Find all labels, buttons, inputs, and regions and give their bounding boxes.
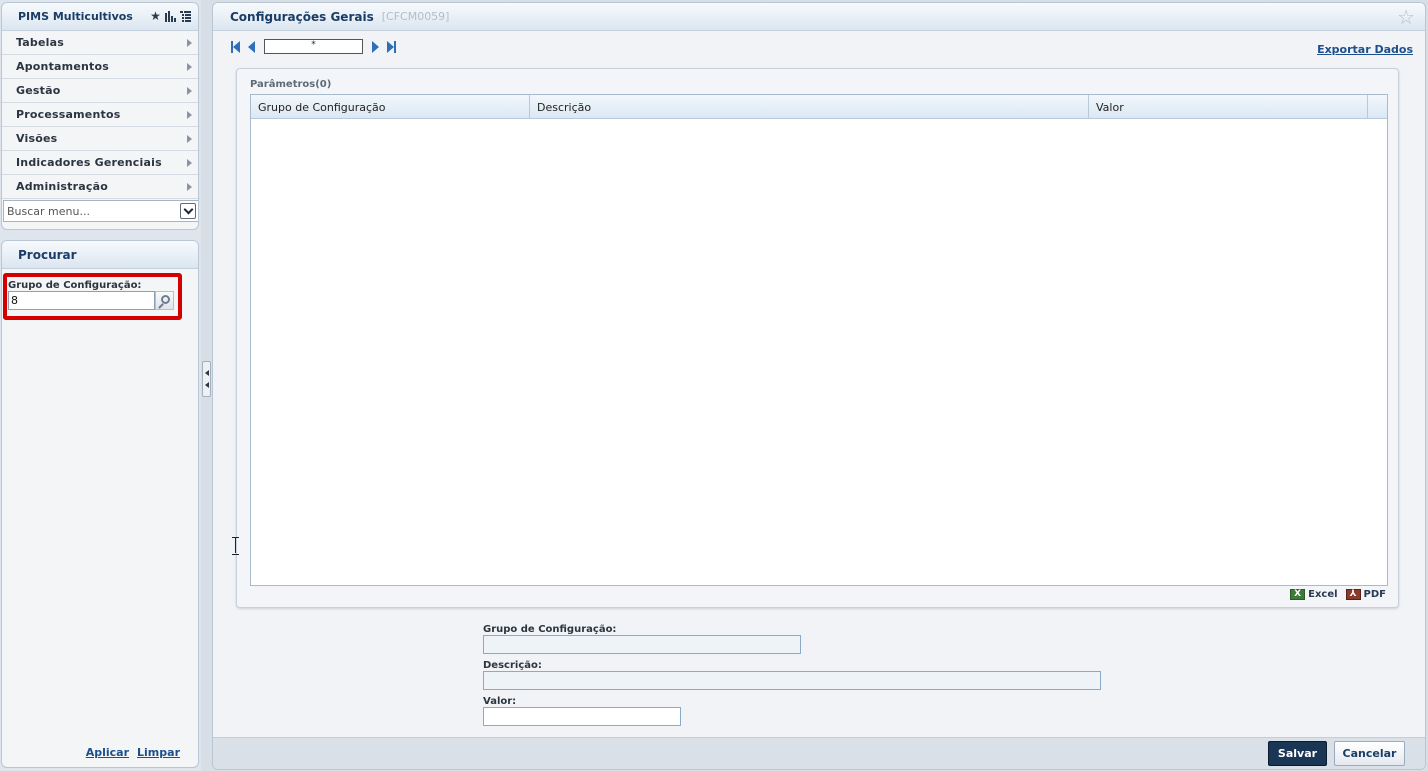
sidebar: PIMS Multicultivos ★ Tabelas Apontamento… <box>0 0 201 771</box>
column-header-value[interactable]: Valor <box>1089 95 1368 119</box>
chevron-right-icon <box>187 134 192 143</box>
column-header-description[interactable]: Descrição <box>530 95 1089 119</box>
menu-panel: PIMS Multicultivos ★ Tabelas Apontamento… <box>1 2 199 230</box>
chevron-right-icon <box>187 110 192 119</box>
cancel-button[interactable]: Cancelar <box>1334 741 1405 766</box>
pdf-export-button[interactable]: ⅄ PDF <box>1345 589 1386 600</box>
chevron-right-icon <box>187 86 192 95</box>
menu-item-label: Apontamentos <box>16 60 109 73</box>
form-value-label: Valor: <box>483 696 517 707</box>
menu-item-label: Administração <box>16 180 108 193</box>
favorite-star-icon[interactable]: ☆ <box>1397 7 1415 27</box>
menu-search <box>3 200 198 222</box>
column-header-group[interactable]: Grupo de Configuração <box>251 95 530 119</box>
export-files: X Excel ⅄ PDF <box>1290 589 1386 600</box>
apply-link[interactable]: Aplicar <box>86 746 129 759</box>
menu-item-indicadores-gerenciais[interactable]: Indicadores Gerenciais <box>2 151 198 175</box>
menu-item-tabelas[interactable]: Tabelas <box>2 31 198 55</box>
chevron-right-icon <box>187 62 192 71</box>
params-panel: Parâmetros(0) Grupo de Configuração Desc… <box>236 68 1399 608</box>
tree-list-icon[interactable] <box>180 11 191 22</box>
menu-header: PIMS Multicultivos ★ <box>2 3 198 31</box>
chevron-down-icon[interactable] <box>180 203 196 219</box>
config-group-search-input[interactable] <box>8 291 155 310</box>
form-description-label: Descrição: <box>483 660 542 671</box>
search-field <box>8 291 174 310</box>
menu-item-gestao[interactable]: Gestão <box>2 79 198 103</box>
export-data-link[interactable]: Exportar Dados <box>1317 43 1413 56</box>
previous-record-icon[interactable] <box>248 40 255 53</box>
menu-item-label: Tabelas <box>16 36 64 49</box>
form-group-label: Grupo de Configuração: <box>483 624 617 635</box>
form-description-input[interactable] <box>483 671 1101 690</box>
text-cursor-icon <box>232 537 239 555</box>
collapse-sidebar-handle[interactable] <box>202 361 211 397</box>
main-header: Configurações Gerais [CFCM0059] <box>213 3 1425 31</box>
page-code: [CFCM0059] <box>381 10 450 23</box>
excel-label: Excel <box>1308 589 1338 600</box>
chevron-left-icon <box>204 370 209 376</box>
last-record-icon[interactable] <box>387 40 396 53</box>
search-field-label: Grupo de Configuração: <box>8 280 142 291</box>
bar-chart-icon[interactable] <box>165 11 176 22</box>
chevron-right-icon <box>187 182 192 191</box>
excel-export-button[interactable]: X Excel <box>1290 589 1338 600</box>
pdf-icon: ⅄ <box>1345 589 1361 600</box>
menu-item-processamentos[interactable]: Processamentos <box>2 103 198 127</box>
menu-item-label: Gestão <box>16 84 61 97</box>
chevron-right-icon <box>187 158 192 167</box>
record-navigation: * <box>231 39 396 54</box>
search-icon <box>161 295 170 304</box>
chevron-left-icon <box>204 382 209 388</box>
clear-link[interactable]: Limpar <box>137 746 180 759</box>
params-grid: Grupo de Configuração Descrição Valor <box>250 94 1388 586</box>
search-footer: Aplicar Limpar <box>2 737 198 767</box>
footer-bar: Salvar Cancelar <box>213 737 1425 769</box>
chevron-right-icon <box>187 38 192 47</box>
form-value-input[interactable] <box>483 707 681 726</box>
main-panel: Configurações Gerais [CFCM0059] ☆ * Expo… <box>212 2 1426 770</box>
lookup-button[interactable] <box>155 291 174 310</box>
record-input[interactable]: * <box>264 39 363 54</box>
first-record-icon[interactable] <box>231 40 240 53</box>
menu-item-label: Processamentos <box>16 108 121 121</box>
star-icon[interactable]: ★ <box>150 10 161 22</box>
menu-item-administracao[interactable]: Administração <box>2 175 198 199</box>
pdf-label: PDF <box>1363 589 1386 600</box>
params-title: Parâmetros(0) <box>250 79 332 90</box>
search-panel-title: Procurar <box>2 241 198 269</box>
search-panel: Procurar Grupo de Configuração: Aplicar … <box>1 240 199 768</box>
app-title: PIMS Multicultivos <box>18 10 133 23</box>
form-group-input[interactable] <box>483 635 801 654</box>
menu-item-label: Visões <box>16 132 58 145</box>
menu-search-input[interactable] <box>4 201 180 221</box>
menu-item-label: Indicadores Gerenciais <box>16 156 162 169</box>
menu-item-visoes[interactable]: Visões <box>2 127 198 151</box>
save-button[interactable]: Salvar <box>1268 741 1327 766</box>
next-record-icon[interactable] <box>372 40 379 53</box>
grid-header: Grupo de Configuração Descrição Valor <box>251 95 1387 119</box>
excel-icon: X <box>1290 589 1306 600</box>
menu-item-apontamentos[interactable]: Apontamentos <box>2 55 198 79</box>
page-title: Configurações Gerais <box>230 9 374 24</box>
